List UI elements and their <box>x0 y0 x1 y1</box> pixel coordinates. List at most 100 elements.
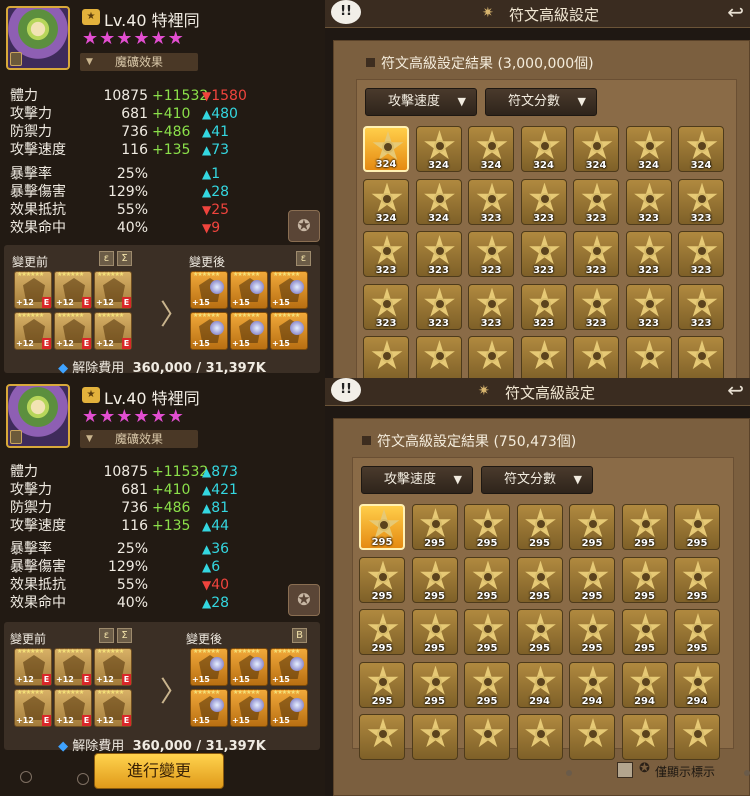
settings-dot-icon[interactable] <box>20 771 32 783</box>
rune-slot[interactable]: ★★★★★★ +15 <box>230 312 268 350</box>
relic-effect-button[interactable]: ▼ 魔礦效果 <box>80 53 198 71</box>
rune-result-cell[interactable] <box>573 336 619 378</box>
rune-slot[interactable]: ★★★★★★ +12 E <box>94 648 132 686</box>
rune-result-cell[interactable]: 324 <box>678 126 724 172</box>
rune-slot[interactable]: ★★★★★★ +15 <box>270 689 308 727</box>
rune-result-cell[interactable]: 323 <box>415 283 462 330</box>
rune-result-cell[interactable]: 324 <box>415 126 462 172</box>
rune-result-cell[interactable]: 295 <box>359 609 405 655</box>
rune-result-cell[interactable]: 295 <box>621 556 668 603</box>
rune-result-cell[interactable]: 323 <box>468 231 514 277</box>
rune-result-cell[interactable]: 324 <box>468 126 514 172</box>
monster-portrait[interactable] <box>6 6 70 70</box>
rune-result-cell[interactable] <box>468 336 514 378</box>
info-dot-icon[interactable] <box>77 773 89 785</box>
rune-result-cell[interactable]: 323 <box>625 283 672 330</box>
favorite-button[interactable]: ✪ <box>288 210 320 242</box>
rune-result-cell[interactable]: 324 <box>520 126 567 172</box>
rune-result-cell[interactable]: 295 <box>359 504 405 550</box>
rune-result-cell[interactable]: 295 <box>359 661 405 708</box>
rune-result-cell[interactable] <box>464 714 510 760</box>
rune-result-cell[interactable]: 294 <box>516 661 563 708</box>
rune-result-cell[interactable]: 294 <box>621 661 668 708</box>
rune-result-cell[interactable] <box>678 336 724 378</box>
rune-result-cell[interactable]: 294 <box>674 661 720 708</box>
rune-result-cell[interactable]: 323 <box>520 283 567 330</box>
rune-result-cell[interactable]: 295 <box>464 609 510 655</box>
rune-result-cell[interactable]: 323 <box>573 231 619 277</box>
rune-result-cell[interactable]: 324 <box>625 126 672 172</box>
rune-result-cell[interactable]: 323 <box>573 283 619 330</box>
rune-result-cell[interactable]: 295 <box>569 504 615 550</box>
rune-result-cell[interactable]: 295 <box>516 609 563 655</box>
rune-slot[interactable]: ★★★★★★ +15 <box>270 648 308 686</box>
rune-result-cell[interactable]: 295 <box>674 504 720 550</box>
rune-result-cell[interactable] <box>363 336 409 378</box>
rune-result-cell[interactable]: 294 <box>569 661 615 708</box>
rune-result-cell[interactable] <box>625 336 672 378</box>
rune-result-cell[interactable]: 295 <box>464 556 510 603</box>
rune-slot[interactable]: ★★★★★★ +15 <box>230 648 268 686</box>
rune-result-cell[interactable]: 324 <box>363 178 409 225</box>
rune-result-cell[interactable]: 324 <box>363 126 409 172</box>
rune-result-cell[interactable] <box>516 714 563 760</box>
rune-result-cell[interactable]: 295 <box>411 504 458 550</box>
rune-slot[interactable]: ★★★★★★ +12 E <box>54 271 92 309</box>
rune-result-cell[interactable]: 323 <box>625 178 672 225</box>
rune-result-cell[interactable]: 295 <box>464 504 510 550</box>
rune-result-cell[interactable]: 295 <box>569 556 615 603</box>
rune-result-cell[interactable]: 295 <box>411 609 458 655</box>
checkbox[interactable] <box>617 762 633 778</box>
rune-slot[interactable]: ★★★★★★ +12 E <box>94 689 132 727</box>
rune-result-cell[interactable]: 323 <box>573 178 619 225</box>
rune-slot[interactable]: ★★★★★★ +15 <box>190 689 228 727</box>
rune-result-cell[interactable]: 323 <box>678 178 724 225</box>
back-arrow-icon[interactable]: ↩ <box>727 0 744 24</box>
sort-dropdown-speed[interactable]: 攻擊速度 ▼ <box>365 88 477 116</box>
rune-result-cell[interactable]: 323 <box>678 283 724 330</box>
rune-slot[interactable]: ★★★★★★ +12 E <box>14 648 52 686</box>
rune-result-cell[interactable]: 323 <box>678 231 724 277</box>
rune-slot[interactable]: ★★★★★★ +15 <box>230 689 268 727</box>
rune-slot[interactable]: ★★★★★★ +12 E <box>54 312 92 350</box>
rune-result-cell[interactable]: 295 <box>359 556 405 603</box>
chat-bubble-icon[interactable]: !! <box>329 0 363 26</box>
rune-result-cell[interactable]: 323 <box>363 283 409 330</box>
rune-result-cell[interactable]: 324 <box>573 126 619 172</box>
rune-result-cell[interactable] <box>569 714 615 760</box>
rune-slot[interactable]: ★★★★★★ +12 E <box>14 312 52 350</box>
rune-result-cell[interactable]: 295 <box>674 556 720 603</box>
rune-result-cell[interactable] <box>415 336 462 378</box>
rune-result-cell[interactable]: 323 <box>520 178 567 225</box>
relic-effect-button[interactable]: ▼ 魔礦效果 <box>80 430 198 448</box>
back-arrow-icon[interactable]: ↩ <box>727 378 744 402</box>
rune-slot[interactable]: ★★★★★★ +15 <box>190 271 228 309</box>
rune-result-cell[interactable] <box>621 714 668 760</box>
rune-result-cell[interactable]: 323 <box>520 231 567 277</box>
rune-result-cell[interactable] <box>520 336 567 378</box>
sort-dropdown-score[interactable]: 符文分數 ▼ <box>485 88 597 116</box>
only-show-marked-toggle[interactable]: ✪ 僅顯示標示 <box>617 760 727 782</box>
rune-slot[interactable]: ★★★★★★ +15 <box>230 271 268 309</box>
rune-result-cell[interactable] <box>674 714 720 760</box>
rune-slot[interactable]: ★★★★★★ +12 E <box>94 271 132 309</box>
rune-slot[interactable]: ★★★★★★ +12 E <box>14 689 52 727</box>
rune-result-cell[interactable]: 324 <box>415 178 462 225</box>
apply-change-button[interactable]: 進行變更 <box>94 753 224 789</box>
rune-result-cell[interactable]: 295 <box>464 661 510 708</box>
rune-result-cell[interactable]: 323 <box>415 231 462 277</box>
rune-slot[interactable]: ★★★★★★ +12 E <box>54 648 92 686</box>
rune-result-cell[interactable]: 323 <box>625 231 672 277</box>
sort-dropdown-speed[interactable]: 攻擊速度 ▼ <box>361 466 473 494</box>
rune-slot[interactable]: ★★★★★★ +15 <box>270 271 308 309</box>
rune-slot[interactable]: ★★★★★★ +15 <box>190 312 228 350</box>
rune-result-cell[interactable] <box>359 714 405 760</box>
rune-result-cell[interactable]: 295 <box>411 556 458 603</box>
rune-result-cell[interactable]: 323 <box>468 178 514 225</box>
rune-slot[interactable]: ★★★★★★ +12 E <box>94 312 132 350</box>
favorite-button[interactable]: ✪ <box>288 584 320 616</box>
rune-result-cell[interactable]: 295 <box>569 609 615 655</box>
rune-slot[interactable]: ★★★★★★ +12 E <box>14 271 52 309</box>
rune-result-cell[interactable]: 295 <box>621 504 668 550</box>
rune-result-cell[interactable]: 295 <box>411 661 458 708</box>
